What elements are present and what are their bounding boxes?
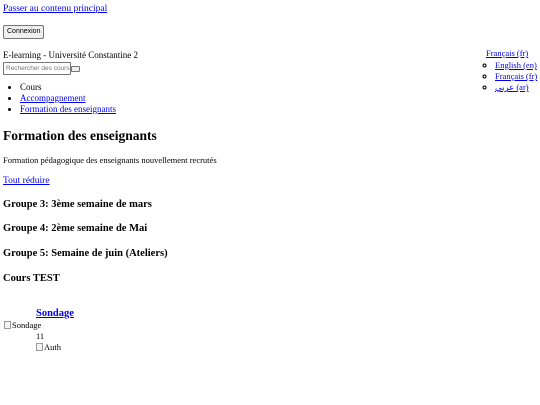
course-summary: Formation pédagogique des enseignants no…: [3, 155, 217, 165]
skip-to-content-link[interactable]: Passer au contenu principal: [3, 4, 107, 14]
breadcrumb: Cours Accompagnement Formation des ensei…: [20, 82, 116, 115]
breadcrumb-item-formation: Formation des enseignants: [20, 104, 116, 115]
auth-icon: Auth: [36, 342, 61, 352]
language-option: عربي (ar): [495, 82, 537, 93]
language-option-en[interactable]: English (en): [495, 60, 537, 70]
section-heading[interactable]: Groupe 4: 2ème semaine de Mai: [3, 223, 147, 234]
language-option: Français (fr): [495, 71, 537, 82]
section-heading[interactable]: Groupe 3: 3ème semaine de mars: [3, 199, 152, 210]
sondage-icon-alt: Sondage: [12, 320, 42, 330]
site-name: E-learning - Université Constantine 2: [3, 50, 138, 60]
breadcrumb-item-cours: Cours: [20, 82, 116, 93]
collapse-all-link[interactable]: Tout réduire: [3, 176, 50, 186]
language-option-fr[interactable]: Français (fr): [495, 71, 537, 81]
login-button[interactable]: Connexion: [3, 25, 45, 40]
sondage-activity-link[interactable]: Sondage: [36, 308, 74, 319]
language-options: English (en) Français (fr) عربي (ar): [486, 60, 537, 93]
search-placeholder: Rechercher des cours: [6, 65, 70, 72]
language-menu: Français (fr) English (en) Français (fr)…: [486, 48, 537, 93]
page: Passer au contenu principal Connexion E-…: [0, 0, 540, 405]
sondage-count: 11: [36, 331, 45, 341]
broken-image-icon: [36, 343, 43, 351]
section-heading[interactable]: Groupe 5: Semaine de juin (Ateliers): [3, 248, 168, 259]
breadcrumb-link-formation[interactable]: Formation des enseignants: [20, 104, 116, 114]
breadcrumb-link-accompagnement[interactable]: Accompagnement: [20, 93, 85, 103]
search-input[interactable]: Rechercher des cours: [3, 62, 71, 75]
language-option-ar[interactable]: عربي (ar): [495, 82, 529, 92]
language-current-link[interactable]: Français (fr): [486, 48, 528, 58]
section-heading[interactable]: Cours TEST: [3, 273, 60, 284]
search-button[interactable]: [71, 66, 80, 72]
breadcrumb-item-accompagnement: Accompagnement: [20, 93, 116, 104]
broken-image-icon: [4, 321, 11, 329]
language-option: English (en): [495, 60, 537, 71]
auth-icon-alt: Auth: [44, 342, 61, 352]
page-title: Formation des enseignants: [3, 128, 157, 143]
sondage-icon: Sondage: [4, 320, 41, 330]
